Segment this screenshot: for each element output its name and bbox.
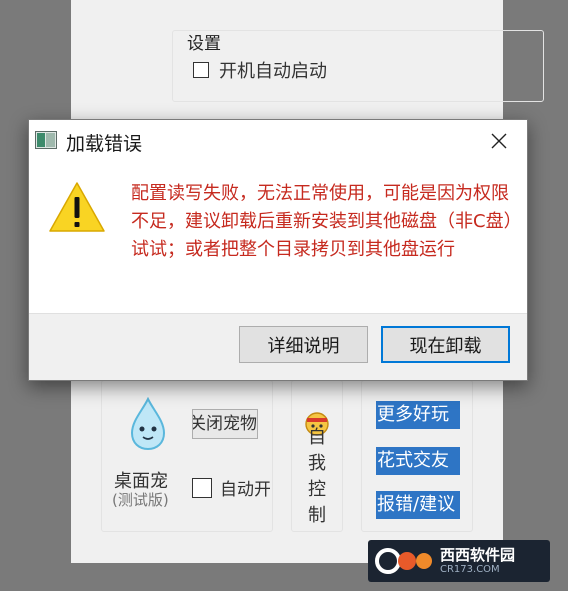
settings-group: 设置 开机自动启动 [172, 30, 544, 102]
settings-title: 设置 [187, 34, 221, 54]
make-friends-button[interactable]: 花式交友 [376, 447, 460, 475]
dialog-titlebar[interactable]: 加载错误 [29, 120, 527, 162]
autostart-checkbox[interactable] [193, 62, 209, 78]
watermark-logo: 西西软件园 CR173.COM [368, 540, 550, 582]
autostart-option[interactable]: 开机自动启动 [193, 57, 327, 83]
links-group: 更多好玩 花式交友 报错/建议 [361, 380, 473, 532]
pet-autostart-option[interactable]: 自动开 [192, 475, 270, 500]
dialog-title: 加载错误 [66, 133, 143, 155]
close-button[interactable] [471, 120, 527, 162]
error-message: 配置读写失败，无法正常使用，可能是因为权限不足，建议卸载后重新安装到其他磁盘（非… [131, 183, 513, 260]
uninstall-now-button[interactable]: 现在卸载 [381, 326, 510, 363]
self-control-group[interactable]: 自我控制 [291, 380, 343, 532]
watermark-url: CR173.COM [440, 564, 500, 575]
water-drop-icon [130, 397, 166, 451]
dialog-footer: 详细说明 现在卸载 [29, 313, 527, 380]
app-icon [35, 131, 57, 149]
details-button[interactable]: 详细说明 [239, 326, 368, 363]
watermark-icon [368, 540, 440, 582]
pet-autostart-label: 自动开 [220, 480, 270, 500]
pet-autostart-checkbox[interactable] [192, 477, 212, 498]
desktop-pet-group: 关闭宠物 桌面宠 (测试版) 自动开 [101, 380, 273, 532]
pet-version: (测试版) [112, 491, 169, 509]
autostart-label: 开机自动启动 [219, 61, 327, 82]
close-icon [491, 133, 507, 149]
close-pet-button[interactable]: 关闭宠物 [192, 409, 258, 439]
error-dialog: 加载错误 配置读写失败，无法正常使用，可能是因为权限不足，建议卸载后重新安装到其… [28, 119, 528, 381]
more-fun-button[interactable]: 更多好玩 [376, 401, 460, 429]
warning-icon [49, 182, 105, 232]
watermark-name: 西西软件园 [440, 546, 516, 564]
report-feedback-button[interactable]: 报错/建议 [376, 491, 460, 519]
self-control-label: 自我控制 [308, 427, 326, 526]
